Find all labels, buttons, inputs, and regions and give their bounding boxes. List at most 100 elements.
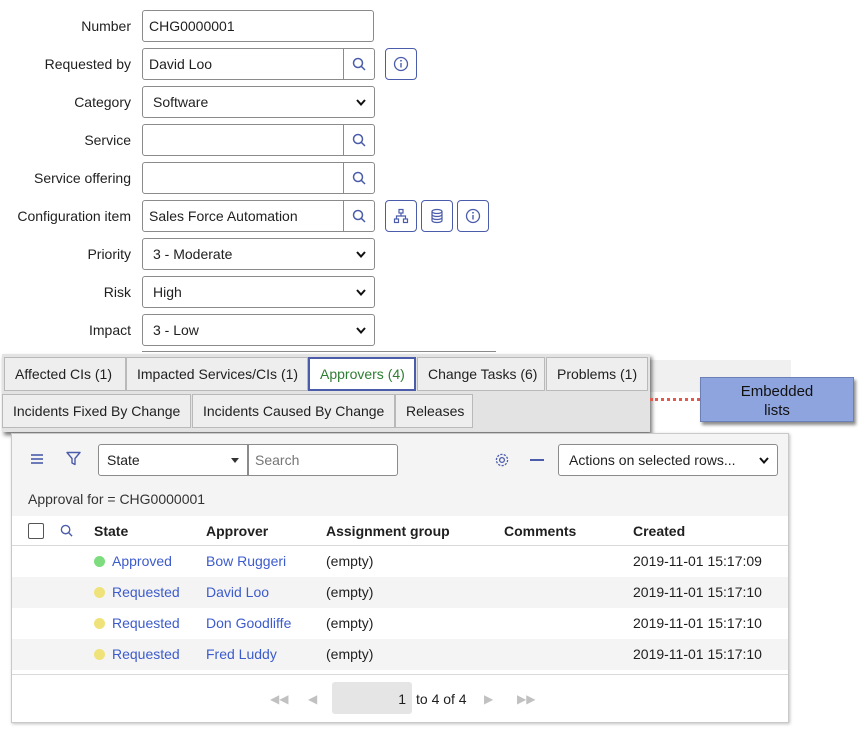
actions-select[interactable]: Actions on selected rows... [558,444,778,476]
actions-label: Actions on selected rows... [569,452,736,468]
list-search-input[interactable] [248,444,398,476]
category-select[interactable]: Software [142,86,375,118]
callout-line-1: Embedded [740,383,814,400]
requested-by-row: Requested by [0,48,520,80]
priority-select[interactable]: 3 - Moderate [142,238,375,270]
service-offering-field[interactable] [142,162,344,194]
configuration-item-label: Configuration item [17,208,131,224]
list-header: State Approver Assignment group Comments… [12,516,788,546]
state-indicator [94,649,105,660]
column-header-comments[interactable]: Comments [504,516,576,546]
list-menu-button[interactable] [30,452,44,468]
configuration-item-info-button[interactable] [457,200,489,232]
collapse-list-button[interactable] [530,459,544,461]
callout-connector [650,398,700,401]
state-link[interactable]: Requested [112,608,180,639]
first-page-icon[interactable]: ◀◀ [270,692,288,706]
requested-by-field[interactable] [142,48,344,80]
risk-select[interactable]: High [142,276,375,308]
column-header-approver[interactable]: Approver [206,516,268,546]
priority-value: 3 - Moderate [153,246,233,262]
service-lookup-button[interactable] [343,124,375,156]
info-icon [393,56,409,72]
approver-link[interactable]: Bow Ruggeri [206,546,286,577]
tab-approvers[interactable]: Approvers (4) [308,357,416,391]
number-label: Number [81,18,131,34]
risk-value: High [153,284,182,300]
search-icon [352,171,366,185]
page-range-text: to 4 of 4 [416,691,467,707]
number-field[interactable] [142,10,374,42]
table-row: Requested Fred Luddy (empty) 2019-11-01 … [12,639,788,670]
tab-change-tasks[interactable]: Change Tasks (6) [417,357,545,391]
impact-select[interactable]: 3 - Low [142,314,375,346]
hierarchy-icon [393,208,409,224]
dependency-map-button[interactable] [385,200,417,232]
impact-value: 3 - Low [153,322,199,338]
field-divider [142,351,496,352]
approver-link[interactable]: Fred Luddy [206,639,277,670]
search-icon [352,133,366,147]
ci-database-button[interactable] [421,200,453,232]
callout-line-2: lists [764,402,790,419]
configuration-item-field[interactable] [142,200,344,232]
state-link[interactable]: Approved [112,546,172,577]
service-offering-row: Service offering [0,162,520,194]
service-offering-lookup-button[interactable] [343,162,375,194]
filter-breadcrumb[interactable]: Approval for = CHG0000001 [12,486,788,516]
page-number-input[interactable]: 1 [332,682,412,714]
chevron-down-icon [759,456,769,464]
tab-incidents-caused[interactable]: Incidents Caused By Change [192,394,395,428]
created-cell: 2019-11-01 15:17:10 [633,615,762,631]
tab-problems[interactable]: Problems (1) [546,357,648,391]
column-header-assignment-group[interactable]: Assignment group [326,516,450,546]
previous-page-icon[interactable]: ◀ [308,692,317,706]
column-search-button[interactable] [60,524,73,540]
gear-icon [495,453,509,467]
search-icon [60,524,73,537]
tab-incidents-fixed[interactable]: Incidents Fixed By Change [2,394,191,428]
chevron-down-icon [356,288,366,296]
filter-button[interactable] [66,451,81,469]
state-indicator [94,556,105,567]
configuration-item-lookup-button[interactable] [343,200,375,232]
created-cell: 2019-11-01 15:17:10 [633,646,762,662]
search-icon [352,209,366,223]
requested-by-info-button[interactable] [385,48,417,80]
tab-affected-cis[interactable]: Affected CIs (1) [4,357,126,391]
priority-row: Priority 3 - Moderate [0,238,520,270]
table-row: Approved Bow Ruggeri (empty) 2019-11-01 … [12,546,788,577]
last-page-icon[interactable]: ▶▶ [517,692,535,706]
table-row: Requested David Loo (empty) 2019-11-01 1… [12,577,788,608]
database-icon [431,208,443,224]
column-header-state[interactable]: State [94,516,128,546]
select-all-checkbox[interactable] [28,523,44,539]
approver-link[interactable]: Don Goodliffe [206,608,291,639]
service-label: Service [84,132,131,148]
requested-by-lookup-button[interactable] [343,48,375,80]
service-field[interactable] [142,124,344,156]
risk-label: Risk [103,284,131,300]
state-link[interactable]: Requested [112,577,180,608]
assignment-group-cell: (empty) [326,615,374,631]
created-cell: 2019-11-01 15:17:09 [633,553,762,569]
risk-row: Risk High [0,276,520,308]
number-row: Number [0,10,520,42]
priority-label: Priority [87,246,131,262]
column-header-created[interactable]: Created [633,516,685,546]
chevron-down-icon [356,98,366,106]
next-page-icon[interactable]: ▶ [484,692,493,706]
tab-releases[interactable]: Releases [395,394,473,428]
approver-link[interactable]: David Loo [206,577,269,608]
table-row: Requested Don Goodliffe (empty) 2019-11-… [12,608,788,639]
list-pagination: ◀◀ ◀ 1 to 4 of 4 ▶ ▶▶ [12,674,788,722]
chevron-down-icon [356,326,366,334]
search-field-select[interactable]: State [98,444,248,476]
list-settings-button[interactable] [494,452,510,471]
approvers-list: State Actions on selected rows... Approv… [11,433,789,723]
search-field-value: State [107,452,140,468]
tab-impacted-services[interactable]: Impacted Services/CIs (1) [126,357,308,391]
state-link[interactable]: Requested [112,639,180,670]
impact-row: Impact 3 - Low [0,314,520,346]
category-label: Category [74,94,131,110]
